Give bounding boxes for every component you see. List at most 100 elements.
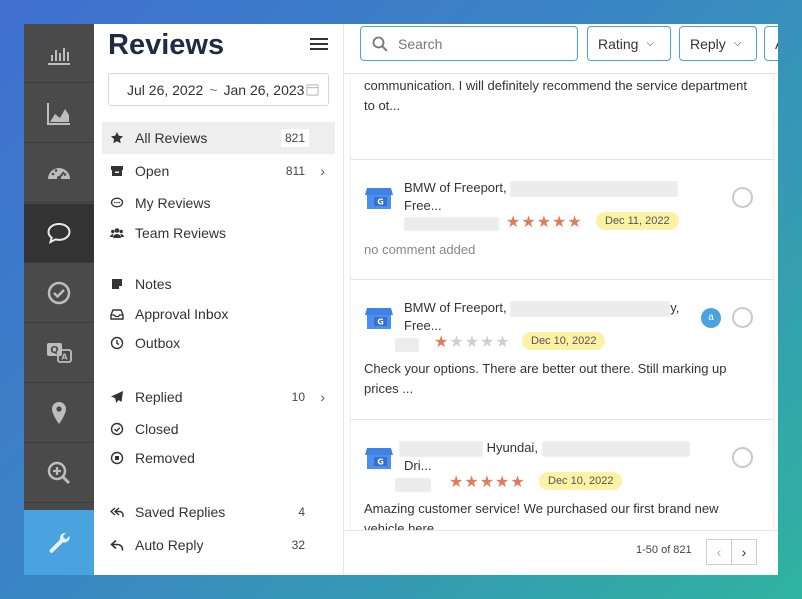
- nav-item-approval-inbox[interactable]: Approval Inbox: [102, 298, 335, 330]
- menu-icon[interactable]: [310, 38, 328, 52]
- prev-page-button[interactable]: ‹: [706, 539, 732, 565]
- select-radio[interactable]: [732, 447, 753, 468]
- speech-bubble-icon: [109, 195, 125, 211]
- star-icon: [109, 130, 125, 146]
- business-name: Hyundai,: [399, 440, 690, 457]
- rail-tasks-button[interactable]: [24, 264, 94, 323]
- chevron-right-icon[interactable]: ›: [320, 389, 325, 405]
- star-rating: ★★★★★: [506, 214, 583, 231]
- select-radio[interactable]: [732, 307, 753, 328]
- rail-reviews-button[interactable]: [24, 204, 94, 263]
- review-card[interactable]: communication. I will definitely recomme…: [350, 75, 774, 160]
- icon-rail: QA: [24, 24, 94, 575]
- nav-item-open[interactable]: Open 811 ›: [102, 155, 335, 187]
- rail-dashboard-button[interactable]: [24, 144, 94, 203]
- business-name-cont: Free...: [404, 318, 442, 333]
- nav-label: Team Reviews: [135, 225, 227, 241]
- search-icon: [372, 36, 388, 52]
- nav-item-removed[interactable]: Removed: [102, 442, 335, 474]
- nav-item-all-reviews[interactable]: All Reviews 821: [102, 122, 335, 154]
- nav-count: 10: [291, 390, 305, 404]
- business-name-cont: Free...: [404, 198, 442, 213]
- map-pin-icon: [52, 402, 66, 424]
- reviews-feed[interactable]: communication. I will definitely recomme…: [344, 75, 778, 530]
- nav-label: Auto Reply: [135, 537, 204, 553]
- nav-item-auto-reply[interactable]: Auto Reply 32: [102, 529, 335, 561]
- reviews-nav-panel: Reviews Jul 26, 2022 ~ Jan 26, 2023 All …: [94, 24, 344, 575]
- reviews-main-panel: Search Rating ⌵ Reply ⌵ A communication.…: [344, 24, 778, 575]
- nav-item-saved-replies[interactable]: Saved Replies 4: [102, 496, 335, 528]
- star-rating: ★★★★★: [449, 474, 526, 491]
- filter-toolbar: Search Rating ⌵ Reply ⌵ A: [344, 24, 778, 74]
- check-circle-icon: [47, 281, 71, 305]
- nav-item-replied[interactable]: Replied 10 ›: [102, 381, 335, 413]
- business-name: BMW of Freeport, y,: [404, 300, 680, 317]
- review-card[interactable]: G BMW of Freeport, Free... ★★★★★ Dec 11,…: [350, 160, 774, 280]
- chat-bubble-icon: [47, 222, 71, 244]
- review-date: Dec 11, 2022: [596, 212, 679, 230]
- review-text: communication. I will definitely recomme…: [364, 78, 747, 113]
- review-date: Dec 10, 2022: [522, 332, 606, 350]
- nav-label: Open: [135, 163, 170, 179]
- date-separator: ~: [209, 81, 218, 98]
- google-business-icon: G: [365, 308, 393, 329]
- reply-all-icon: [109, 504, 125, 520]
- svg-text:G: G: [377, 318, 384, 327]
- business-name-cont: Dri...: [404, 458, 432, 473]
- nav-label: Approval Inbox: [135, 306, 229, 322]
- reviewer-name: [404, 215, 499, 231]
- select-radio[interactable]: [732, 187, 753, 208]
- reviewer-name: [395, 336, 419, 352]
- search-placeholder: Search: [398, 35, 443, 52]
- nav-item-my-reviews[interactable]: My Reviews: [102, 187, 335, 219]
- nav-label: Removed: [135, 450, 195, 466]
- reviewer-name: [395, 476, 431, 492]
- qa-icon: QA: [47, 343, 72, 363]
- svg-text:G: G: [377, 198, 384, 207]
- more-filter-dropdown[interactable]: A: [764, 26, 778, 61]
- nav-count: 4: [298, 505, 305, 519]
- review-date: Dec 10, 2022: [539, 472, 623, 490]
- svg-text:A: A: [61, 353, 68, 362]
- rail-settings-button[interactable]: [24, 510, 94, 575]
- review-text: no comment added: [364, 242, 476, 257]
- nav-label: All Reviews: [135, 130, 208, 146]
- nav-item-outbox[interactable]: Outbox: [102, 327, 335, 359]
- bar-chart-icon: [48, 48, 70, 65]
- review-card[interactable]: G BMW of Freeport, y, Free... ★★★★★ Dec …: [350, 280, 774, 420]
- check-circle-icon: [109, 421, 125, 437]
- reply-filter-dropdown[interactable]: Reply ⌵: [679, 26, 757, 61]
- rail-locations-button[interactable]: [24, 384, 94, 443]
- rating-filter-dropdown[interactable]: Rating ⌵: [587, 26, 671, 61]
- stop-circle-icon: [109, 450, 125, 466]
- date-range-picker[interactable]: Jul 26, 2022 ~ Jan 26, 2023: [108, 73, 329, 106]
- star-rating: ★★★★★: [434, 334, 511, 351]
- zoom-in-icon: [47, 461, 71, 485]
- search-input[interactable]: Search: [360, 26, 578, 61]
- next-page-button[interactable]: ›: [731, 539, 757, 565]
- chevron-down-icon: ⌵: [646, 38, 655, 49]
- gauge-icon: [48, 168, 70, 180]
- review-card[interactable]: G Hyundai, Dri... ★★★★★ Dec 10, 2022 Ama…: [350, 420, 774, 530]
- area-chart-icon: [47, 103, 70, 125]
- rail-analytics-button[interactable]: [24, 24, 94, 83]
- rail-zoom-button[interactable]: [24, 444, 94, 503]
- calendar-icon: [306, 84, 319, 96]
- nav-item-closed[interactable]: Closed: [102, 413, 335, 445]
- nav-label: Outbox: [135, 335, 181, 351]
- rail-trends-button[interactable]: [24, 84, 94, 143]
- date-to: Jan 26, 2023: [223, 81, 305, 98]
- reply-filter-label: Reply: [690, 35, 726, 52]
- date-from: Jul 26, 2022: [127, 81, 204, 98]
- review-text: Amazing customer service! We purchased o…: [364, 501, 719, 530]
- nav-item-notes[interactable]: Notes: [102, 268, 335, 300]
- chevron-right-icon[interactable]: ›: [320, 163, 325, 179]
- assignee-badge[interactable]: a: [701, 308, 721, 328]
- note-icon: [109, 276, 125, 292]
- google-business-icon: G: [365, 448, 393, 469]
- reply-icon: [109, 537, 125, 553]
- chevron-down-icon: ⌵: [733, 38, 742, 49]
- nav-item-team-reviews[interactable]: Team Reviews: [102, 217, 335, 249]
- rail-qa-button[interactable]: QA: [24, 324, 94, 383]
- nav-label: Replied: [135, 389, 183, 405]
